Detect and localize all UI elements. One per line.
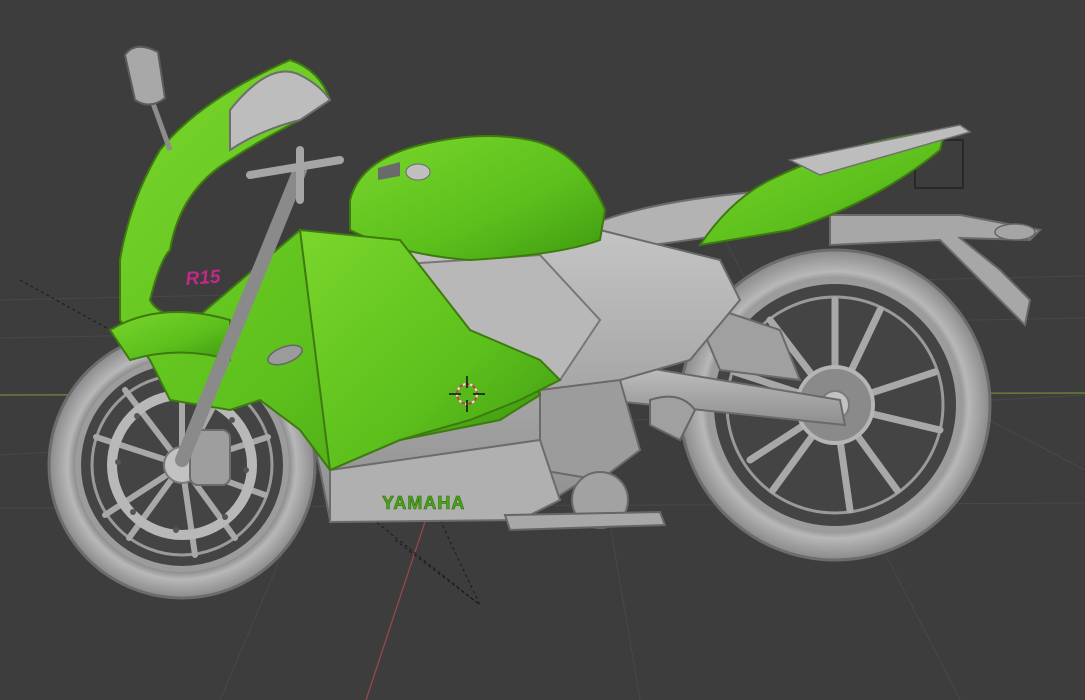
model-decal: R15	[185, 267, 222, 290]
3d-viewport[interactable]: R15 YAMAHA	[0, 0, 1085, 700]
viewport-canvas[interactable]: R15 YAMAHA	[0, 0, 1085, 700]
brand-decal: YAMAHA	[382, 493, 465, 513]
foot-peg	[503, 510, 667, 532]
mirror	[123, 45, 173, 151]
